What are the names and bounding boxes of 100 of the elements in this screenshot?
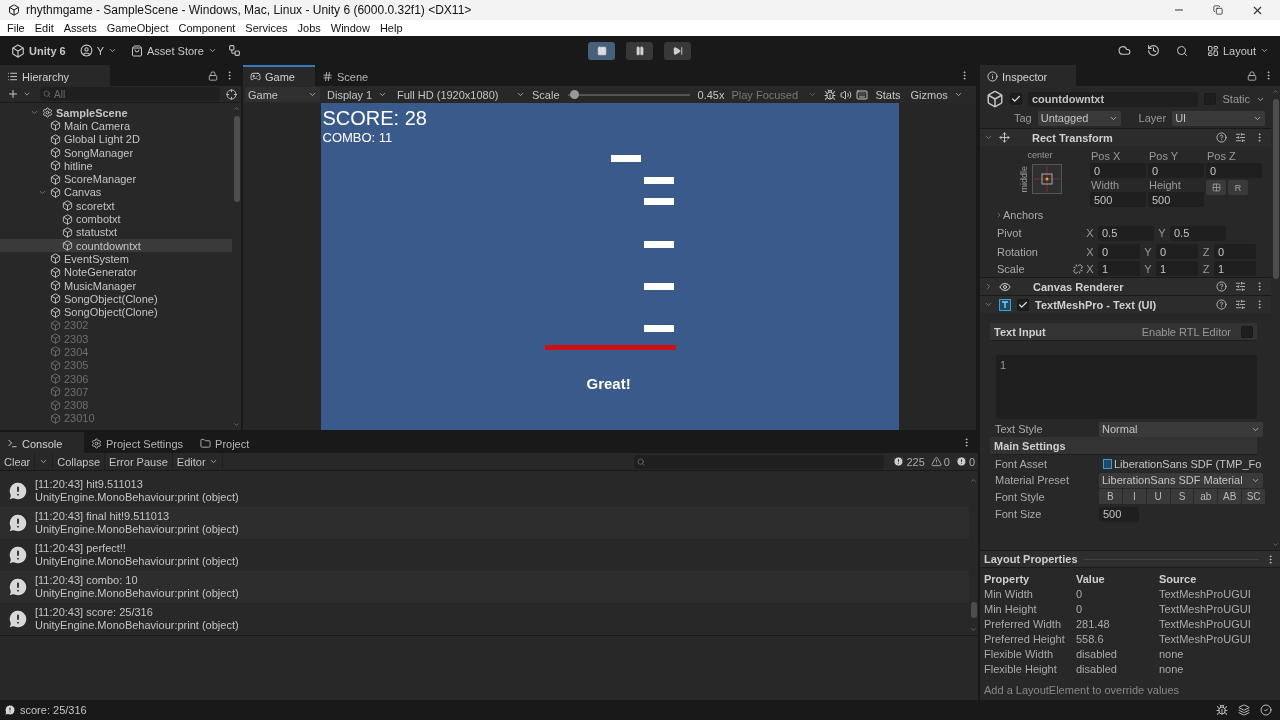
number-field[interactable]: 500 <box>1090 192 1146 207</box>
link-icon[interactable] <box>1073 263 1083 274</box>
stats-button[interactable]: Stats <box>872 86 904 103</box>
layer-dropdown[interactable]: UI <box>1172 110 1265 126</box>
lock-icon[interactable] <box>1247 70 1257 81</box>
font-style-button[interactable]: B <box>1099 489 1122 504</box>
number-field[interactable]: 0 <box>1148 163 1204 178</box>
foldout-label[interactable]: Anchors <box>1003 209 1107 221</box>
hierarchy-item[interactable]: SongObject(Clone) <box>0 305 232 319</box>
blueprint-button[interactable] <box>1206 180 1226 195</box>
hierarchy-item[interactable]: MusicManager <box>0 278 232 293</box>
font-style-button[interactable]: ab <box>1194 489 1218 504</box>
layout-button[interactable]: Layout <box>1203 42 1272 59</box>
account-button[interactable]: Y <box>76 42 121 59</box>
number-field[interactable]: 500 <box>1148 192 1204 207</box>
panel-tab[interactable]: Console <box>0 432 84 453</box>
view-dropdown[interactable]: Game <box>245 87 320 102</box>
gizmos-dropdown[interactable]: Gizmos <box>907 87 966 102</box>
warning-count-button[interactable]: 0 <box>927 453 953 470</box>
pause-button[interactable] <box>626 41 653 60</box>
cloud-icon[interactable] <box>1117 44 1131 57</box>
hierarchy-item[interactable]: statustxt <box>0 225 232 239</box>
keyboard-icon[interactable] <box>856 88 869 101</box>
material-dropdown[interactable]: LiberationSans SDF Material <box>1099 472 1263 488</box>
tag-dropdown[interactable]: Untagged <box>1037 110 1121 126</box>
font-style-button[interactable]: I <box>1122 489 1146 504</box>
anchor-preset-button[interactable] <box>1031 164 1062 194</box>
number-field[interactable]: 0.5 <box>1170 225 1226 241</box>
font-style-button[interactable]: U <box>1146 489 1170 504</box>
panel-tab[interactable]: Hierarchy <box>0 65 110 86</box>
hierarchy-item[interactable]: ScoreManager <box>0 172 232 186</box>
presets-icon[interactable] <box>1235 299 1246 310</box>
text-input-area[interactable]: 1 <box>996 355 1257 419</box>
help-icon[interactable] <box>1216 299 1227 310</box>
name-field[interactable]: countdowntxt <box>1028 91 1199 107</box>
help-icon[interactable] <box>1216 132 1227 143</box>
menu-item[interactable]: Services <box>240 22 293 34</box>
menu-item[interactable]: Help <box>374 22 408 34</box>
restore-icon[interactable] <box>1213 5 1223 15</box>
number-field[interactable]: 0.5 <box>1098 225 1154 241</box>
hierarchy-item[interactable]: combotxt <box>0 212 232 226</box>
scrollbar-thumb[interactable] <box>233 116 240 202</box>
bug-icon[interactable] <box>1216 704 1228 716</box>
slider-thumb[interactable] <box>569 89 579 99</box>
number-field[interactable]: 0 <box>1090 163 1146 178</box>
version-control-icon[interactable] <box>227 44 241 57</box>
number-field[interactable]: 0 <box>1156 244 1198 259</box>
font-style-button[interactable]: AB <box>1218 489 1242 504</box>
menu-item[interactable]: File <box>2 22 30 34</box>
check-icon[interactable] <box>1260 704 1272 716</box>
clear-button[interactable]: Clear <box>0 453 36 470</box>
search-mode-icon[interactable] <box>226 88 237 100</box>
font-style-button[interactable]: SC <box>1242 489 1265 504</box>
raw-edit-button[interactable]: R <box>1228 180 1248 195</box>
scrollbar-thumb[interactable] <box>1272 99 1279 279</box>
asset-store-button[interactable]: Asset Store <box>128 42 220 59</box>
error-count-button[interactable]: 0 <box>952 453 978 470</box>
menu-item[interactable]: Component <box>173 22 241 34</box>
log-entry[interactable]: [11:20:43] final hit!9.511013 UnityEngine.MonoBehaviour:print (object) <box>0 507 969 539</box>
number-field[interactable]: 0 <box>1206 163 1262 178</box>
step-button[interactable] <box>664 41 691 60</box>
number-field[interactable]: 1 <box>1098 261 1140 276</box>
panel-tab[interactable]: Project <box>193 432 260 453</box>
checkbox[interactable] <box>1241 325 1253 338</box>
hierarchy-item[interactable]: Main Camera <box>0 119 232 133</box>
lock-icon[interactable] <box>208 70 218 81</box>
menu-item[interactable]: Jobs <box>292 22 326 34</box>
log-entry[interactable]: [11:20:43] combo: 10 UnityEngine.MonoBehaviour:print (object) <box>0 571 969 603</box>
search-field[interactable]: All <box>40 87 220 101</box>
panel-tab[interactable]: Project Settings <box>84 432 194 453</box>
hierarchy-item[interactable]: countdowntxt <box>0 238 232 253</box>
number-field[interactable]: 1 <box>1156 261 1198 276</box>
bug-icon[interactable] <box>824 88 837 101</box>
history-icon[interactable] <box>1146 44 1160 57</box>
log-count-button[interactable]: 225 <box>890 453 928 470</box>
hierarchy-item[interactable]: NoteGenerator <box>0 265 232 279</box>
hierarchy-item[interactable]: Global Light 2D <box>0 132 232 146</box>
number-field[interactable]: 500 <box>1099 506 1139 522</box>
scrollbar-thumb[interactable] <box>970 602 977 618</box>
search-field[interactable] <box>634 454 885 469</box>
audio-icon[interactable] <box>840 88 853 101</box>
presets-icon[interactable] <box>1235 281 1246 292</box>
scale-slider[interactable] <box>567 89 690 100</box>
search-icon[interactable] <box>1175 44 1188 57</box>
play-button[interactable] <box>588 41 615 60</box>
panel-tab[interactable]: Scene <box>315 65 387 86</box>
hierarchy-item[interactable]: scoretxt <box>0 199 232 213</box>
scene-item[interactable]: SampleScene <box>0 106 232 120</box>
text-style-dropdown[interactable]: Normal <box>1099 421 1263 437</box>
panel-tab[interactable]: Inspector <box>980 65 1076 86</box>
menu-item[interactable]: Assets <box>58 22 102 34</box>
layers-icon[interactable] <box>1238 704 1250 716</box>
number-field[interactable]: 1 <box>1214 261 1256 276</box>
menu-item[interactable]: Window <box>325 22 375 34</box>
number-field[interactable]: 0 <box>1098 244 1140 259</box>
presets-icon[interactable] <box>1235 132 1246 143</box>
editor-dropdown[interactable]: Editor <box>172 453 223 470</box>
error-pause-button[interactable]: Error Pause <box>105 453 173 470</box>
hierarchy-item[interactable]: Canvas <box>0 185 232 200</box>
collapse-button[interactable]: Collapse <box>53 453 106 470</box>
